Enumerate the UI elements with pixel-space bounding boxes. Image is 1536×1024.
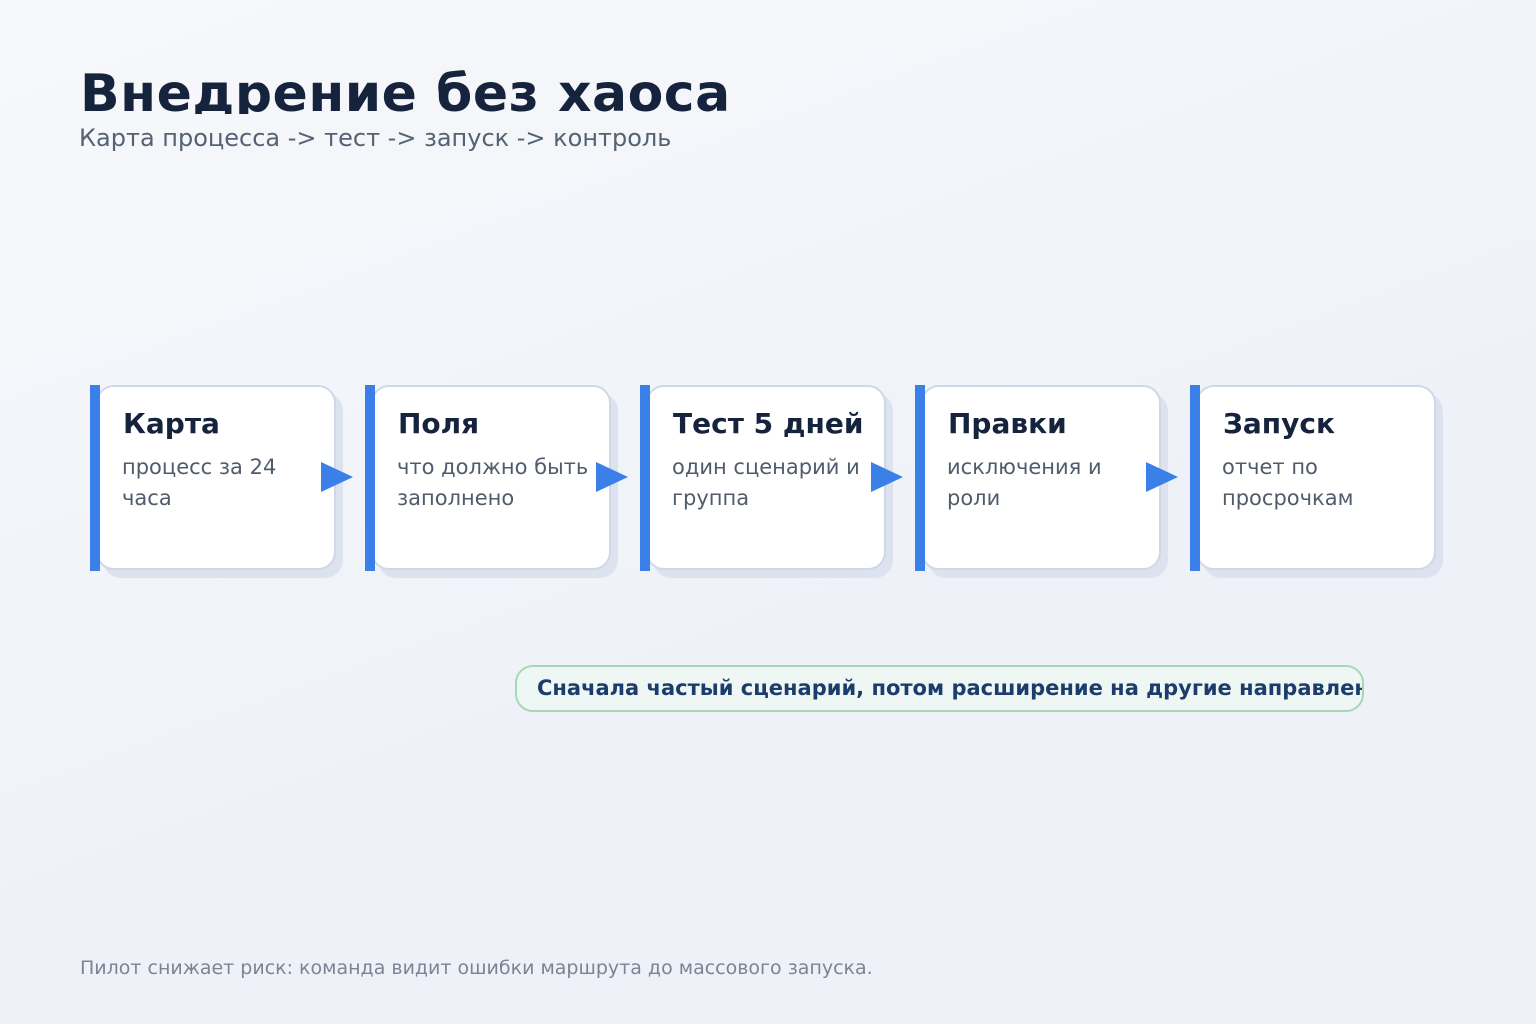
step-title: Поля bbox=[398, 407, 480, 440]
step-title: Карта bbox=[123, 407, 220, 440]
step-accent-bar bbox=[365, 385, 375, 571]
note-callout: Сначала частый сценарий, потом расширени… bbox=[515, 665, 1364, 712]
arrow-right-icon bbox=[321, 462, 353, 492]
step-title: Правки bbox=[948, 407, 1067, 440]
step-description: исключения и роли bbox=[947, 455, 1102, 510]
step-title: Запуск bbox=[1223, 407, 1335, 440]
step-accent-bar bbox=[90, 385, 100, 571]
step-title: Тест 5 дней bbox=[673, 407, 864, 440]
step-description: процесс за 24 часа bbox=[122, 455, 277, 510]
process-steps: Карта процесс за 24 часа Поля что должно бы… bbox=[0, 0, 1536, 1024]
step-description: что должно быть заполнено bbox=[397, 455, 589, 510]
step-description: один сценарий и группа bbox=[672, 455, 860, 510]
arrow-right-icon bbox=[1146, 462, 1178, 492]
step-accent-bar bbox=[1190, 385, 1200, 571]
arrow-right-icon bbox=[871, 462, 903, 492]
step-description: отчет по просрочкам bbox=[1222, 455, 1354, 510]
step-accent-bar bbox=[640, 385, 650, 571]
step-accent-bar bbox=[915, 385, 925, 571]
arrow-right-icon bbox=[596, 462, 628, 492]
footer-text: Пилот снижает риск: команда видит ошибки… bbox=[80, 957, 873, 979]
